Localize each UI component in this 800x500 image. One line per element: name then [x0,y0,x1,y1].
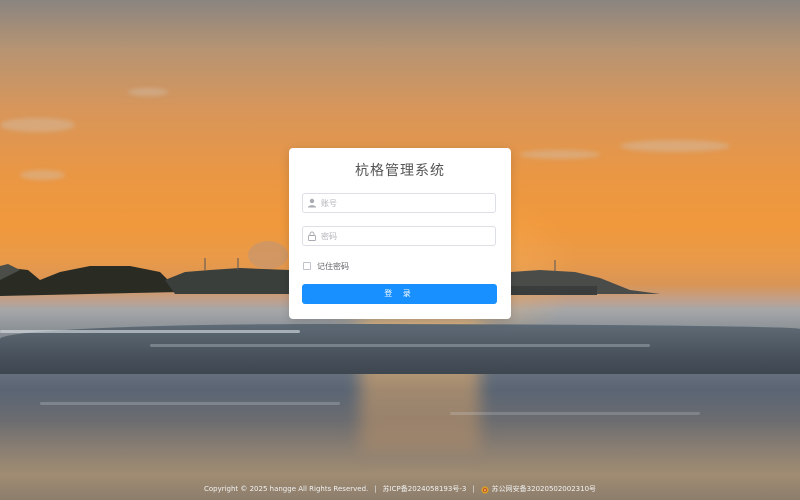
police-record[interactable]: 苏公网安备32020502002310号 [481,479,596,500]
foam [450,412,700,415]
icp-link[interactable]: 苏ICP备2024058193号-3 [383,479,467,500]
footer-separator: | [374,485,377,493]
police-badge-icon [481,485,489,494]
password-input[interactable] [321,227,491,245]
remember-password[interactable]: 记住密码 [303,260,349,272]
footer-separator: | [472,485,475,493]
login-button[interactable]: 登 录 [302,284,497,304]
foam [0,330,300,333]
remember-label: 记住密码 [317,261,349,271]
account-input[interactable] [321,194,491,212]
police-record-text: 苏公网安备32020502002310号 [491,485,597,493]
footer: Copyright © 2025 hangge All Rights Reser… [0,479,800,500]
login-title: 杭格管理系统 [355,163,445,179]
password-field[interactable] [302,226,496,246]
copyright-text: Copyright © 2025 hangge All Rights Reser… [203,485,369,493]
remember-checkbox[interactable] [303,262,311,270]
lock-icon [308,231,316,241]
user-icon [308,198,316,208]
foam [150,344,650,347]
account-field[interactable] [302,193,496,213]
login-card: 杭格管理系统 记住密码 登 录 [289,148,511,319]
foam [40,402,340,405]
